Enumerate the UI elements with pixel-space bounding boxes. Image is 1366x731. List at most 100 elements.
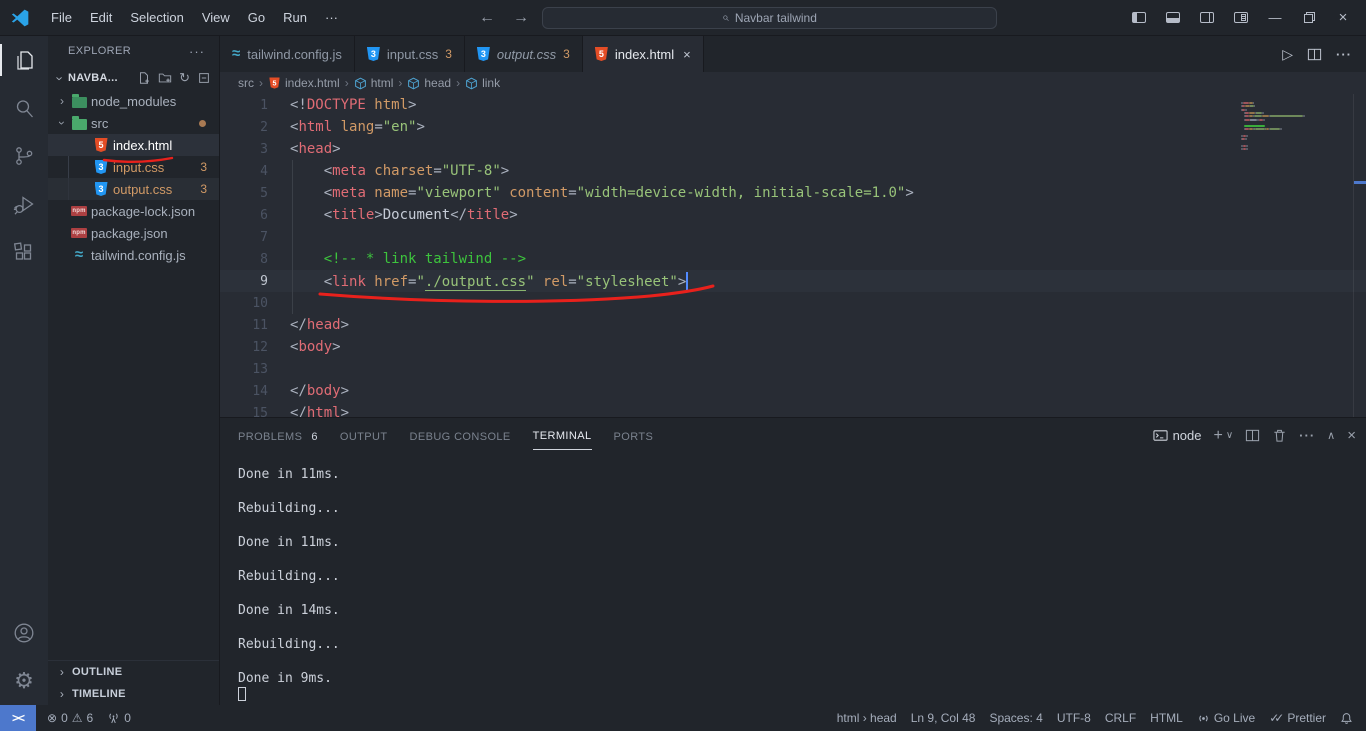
- menu-more[interactable]: ···: [316, 6, 347, 29]
- tab-tailwind.config.js[interactable]: ≈tailwind.config.js: [220, 36, 355, 72]
- code-line-6[interactable]: 6 <title>Document</title>: [220, 204, 1366, 226]
- breadcrumb-src[interactable]: src: [238, 76, 254, 90]
- split-editor-icon[interactable]: [1307, 47, 1322, 62]
- forward-arrow-icon[interactable]: →: [508, 9, 534, 27]
- code-line-3[interactable]: 3<head>: [220, 138, 1366, 160]
- code-line-1[interactable]: 1<!DOCTYPE html>: [220, 94, 1366, 116]
- code-editor[interactable]: 1<!DOCTYPE html>2<html lang="en">3<head>…: [220, 94, 1366, 417]
- tree-item-index.html[interactable]: 5index.html: [48, 134, 219, 156]
- close-window-button[interactable]: ×: [1328, 5, 1358, 31]
- minimap[interactable]: [1241, 98, 1353, 378]
- new-terminal-icon[interactable]: +: [1214, 427, 1223, 445]
- new-file-icon[interactable]: [137, 71, 151, 85]
- terminal-dropdown-icon[interactable]: ∨: [1226, 430, 1233, 441]
- refresh-icon[interactable]: ↻: [179, 70, 190, 86]
- breadcrumb-html[interactable]: html: [354, 76, 394, 90]
- panel-tab-terminal[interactable]: TERMINAL: [533, 421, 592, 450]
- sidebar-section-outline[interactable]: ›OUTLINE: [48, 661, 219, 683]
- problems-status[interactable]: ⊗ 0 ⚠ 6: [40, 711, 100, 725]
- restore-button[interactable]: [1294, 5, 1324, 31]
- toggle-panel-icon[interactable]: [1158, 5, 1188, 31]
- code-line-9[interactable]: 9 <link href="./output.css" rel="stylesh…: [220, 270, 1366, 292]
- overview-ruler[interactable]: [1353, 94, 1366, 417]
- ports-status[interactable]: 0: [100, 711, 138, 725]
- tree-item-node_modules[interactable]: ›node_modules: [48, 90, 219, 112]
- run-file-icon[interactable]: ▷: [1282, 46, 1293, 63]
- selection-path-status[interactable]: html › head: [830, 711, 904, 725]
- toggle-sidebar-icon[interactable]: [1124, 5, 1154, 31]
- cursor-position-status[interactable]: Ln 9, Col 48: [904, 711, 983, 725]
- command-center-search[interactable]: ⌕ Navbar tailwind: [542, 7, 997, 29]
- breadcrumb-index.html[interactable]: 5index.html: [268, 76, 340, 90]
- customize-layout-icon[interactable]: [1226, 5, 1256, 31]
- menu-view[interactable]: View: [193, 6, 239, 29]
- tree-item-output.css[interactable]: 3output.css3: [48, 178, 219, 200]
- remote-indicator[interactable]: ><: [0, 705, 36, 731]
- panel-tab-ports[interactable]: PORTS: [614, 421, 654, 450]
- explorer-more-actions-icon[interactable]: ···: [189, 44, 205, 59]
- code-line-7[interactable]: 7: [220, 226, 1366, 248]
- new-folder-icon[interactable]: [158, 71, 172, 85]
- terminal-output[interactable]: Done in 11ms. Rebuilding... Done in 11ms…: [220, 453, 1366, 705]
- kill-terminal-icon[interactable]: [1272, 428, 1287, 443]
- breadcrumb-link[interactable]: link: [465, 76, 500, 90]
- back-arrow-icon[interactable]: ←: [474, 9, 500, 27]
- tree-item-tailwind.config.js[interactable]: ≈tailwind.config.js: [48, 244, 219, 266]
- minimize-button[interactable]: —: [1260, 5, 1290, 31]
- tree-item-input.css[interactable]: 3input.css3: [48, 156, 219, 178]
- sidebar-section-timeline[interactable]: ›TIMELINE: [48, 683, 219, 705]
- code-line-4[interactable]: 4 <meta charset="UTF-8">: [220, 160, 1366, 182]
- toggle-secondary-sidebar-icon[interactable]: [1192, 5, 1222, 31]
- file-name: tailwind.config.js: [91, 248, 219, 263]
- encoding-status[interactable]: UTF-8: [1050, 711, 1098, 725]
- notifications-bell-icon[interactable]: [1333, 712, 1360, 725]
- run-and-debug-icon[interactable]: [0, 180, 48, 228]
- code-line-13[interactable]: 13: [220, 358, 1366, 380]
- code-line-15[interactable]: 15</html>: [220, 402, 1366, 417]
- menu-selection[interactable]: Selection: [121, 6, 192, 29]
- code-line-10[interactable]: 10: [220, 292, 1366, 314]
- code-line-12[interactable]: 12<body>: [220, 336, 1366, 358]
- collapse-all-icon[interactable]: [197, 71, 211, 85]
- indentation-status[interactable]: Spaces: 4: [982, 711, 1049, 725]
- go-live-button[interactable]: Go Live: [1190, 711, 1262, 725]
- code-line-2[interactable]: 2<html lang="en">: [220, 116, 1366, 138]
- panel-tab-output[interactable]: OUTPUT: [340, 421, 388, 450]
- menu-run[interactable]: Run: [274, 6, 316, 29]
- terminal-shell-item[interactable]: node: [1153, 428, 1202, 443]
- maximize-panel-icon[interactable]: ∧: [1327, 429, 1335, 442]
- tab-input.css[interactable]: 3input.css 3: [355, 36, 465, 72]
- panel-tab-problems[interactable]: PROBLEMS6: [238, 421, 318, 450]
- tree-item-package.json[interactable]: npmpackage.json: [48, 222, 219, 244]
- panel-more-actions-icon[interactable]: ···: [1299, 428, 1315, 443]
- language-mode-status[interactable]: HTML: [1143, 711, 1190, 725]
- account-icon[interactable]: [0, 609, 48, 657]
- prettier-status[interactable]: ✓✓ Prettier: [1262, 711, 1333, 725]
- settings-gear-icon[interactable]: ⚙: [0, 657, 48, 705]
- eol-status[interactable]: CRLF: [1098, 711, 1143, 725]
- menu-file[interactable]: File: [42, 6, 81, 29]
- code-line-8[interactable]: 8 <!-- * link tailwind -->: [220, 248, 1366, 270]
- editor-more-actions-icon[interactable]: ···: [1336, 47, 1352, 62]
- close-tab-icon[interactable]: ×: [683, 47, 691, 62]
- panel-tab-debug-console[interactable]: DEBUG CONSOLE: [410, 421, 511, 450]
- terminal-cursor: [238, 687, 246, 701]
- menu-go[interactable]: Go: [239, 6, 274, 29]
- code-line-11[interactable]: 11</head>: [220, 314, 1366, 336]
- tab-index.html[interactable]: 5index.html ×: [583, 36, 704, 72]
- code-line-5[interactable]: 5 <meta name="viewport" content="width=d…: [220, 182, 1366, 204]
- close-panel-icon[interactable]: ×: [1347, 427, 1356, 444]
- source-control-icon[interactable]: [0, 132, 48, 180]
- breadcrumb-head[interactable]: head: [407, 76, 451, 90]
- extensions-icon[interactable]: [0, 228, 48, 276]
- search-sidebar-icon[interactable]: [0, 84, 48, 132]
- tab-output.css[interactable]: 3output.css 3: [465, 36, 583, 72]
- line-number: 9: [220, 274, 268, 289]
- explorer-icon[interactable]: [0, 36, 48, 84]
- menu-edit[interactable]: Edit: [81, 6, 121, 29]
- split-terminal-icon[interactable]: [1245, 428, 1260, 443]
- tree-item-src[interactable]: ›src: [48, 112, 219, 134]
- workspace-section-header[interactable]: › NAVBA... ↻: [48, 66, 219, 90]
- code-line-14[interactable]: 14</body>: [220, 380, 1366, 402]
- tree-item-package-lock.json[interactable]: npmpackage-lock.json: [48, 200, 219, 222]
